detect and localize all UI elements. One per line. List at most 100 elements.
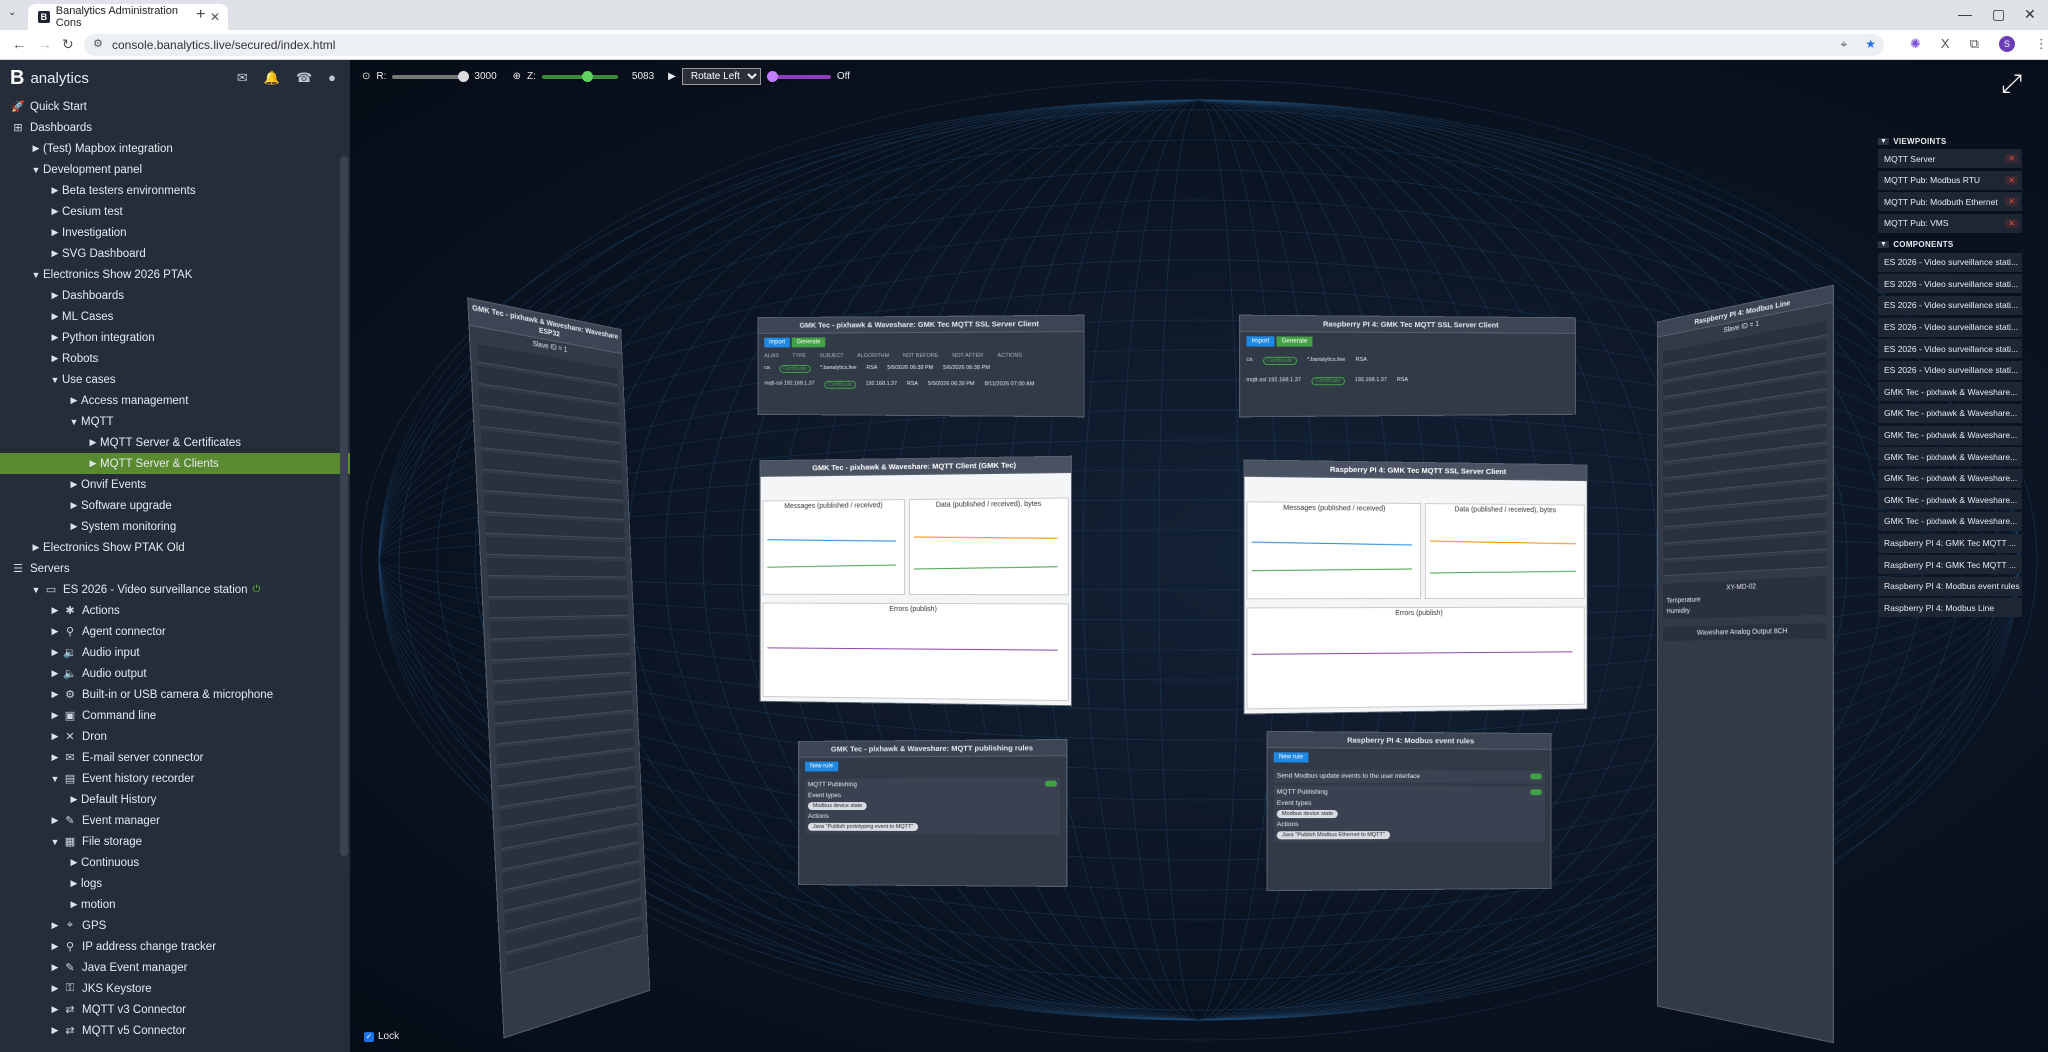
tree-item[interactable]: ▶ motion bbox=[0, 894, 350, 915]
caret-right-icon[interactable]: ▶ bbox=[48, 710, 62, 721]
tree-item[interactable]: ▼ ▭ ES 2026 - Video surveillance station ⏻ bbox=[0, 579, 350, 600]
tree-item[interactable]: ▶ ✉ E-mail server connector bbox=[0, 747, 350, 768]
extension-x-icon[interactable]: X bbox=[1941, 36, 1950, 52]
component-item[interactable]: Raspberry PI 4: Modbus Line bbox=[1878, 598, 2022, 618]
browser-menu-icon[interactable]: ⋮ bbox=[2035, 36, 2048, 52]
tree-item[interactable]: ▶ Continuous bbox=[0, 852, 350, 873]
fullscreen-icon[interactable]: ⤢ bbox=[2001, 68, 2022, 100]
caret-right-icon[interactable]: ▶ bbox=[29, 143, 43, 154]
tree-item[interactable]: ▶ ✎ Java Event manager bbox=[0, 957, 350, 978]
caret-right-icon[interactable]: ▶ bbox=[67, 794, 81, 805]
component-item[interactable]: GMK Tec - pixhawk & Waveshare... bbox=[1878, 425, 2022, 445]
tree-item[interactable]: ▶ SVG Dashboard bbox=[0, 243, 350, 264]
zoom-slider[interactable] bbox=[541, 70, 618, 82]
caret-right-icon[interactable]: ▶ bbox=[48, 1004, 62, 1015]
caret-right-icon[interactable]: ▶ bbox=[48, 941, 62, 952]
caret-right-icon[interactable]: ▶ bbox=[67, 395, 81, 406]
generate-button[interactable]: Generate bbox=[791, 337, 826, 348]
components-header[interactable]: ▼ COMPONENTS bbox=[1878, 237, 2022, 253]
caret-right-icon[interactable]: ▶ bbox=[86, 437, 100, 448]
caret-down-icon[interactable]: ▼ bbox=[48, 837, 62, 847]
tree-item[interactable]: ▶ ✕ Dron bbox=[0, 726, 350, 747]
caret-right-icon[interactable]: ▶ bbox=[67, 521, 81, 532]
caret-right-icon[interactable]: ▶ bbox=[67, 899, 81, 910]
component-item[interactable]: GMK Tec - pixhawk & Waveshare... bbox=[1878, 447, 2022, 467]
caret-right-icon[interactable]: ▶ bbox=[67, 878, 81, 889]
rule-enabled-toggle[interactable] bbox=[1044, 780, 1058, 787]
rotation-speed-slider[interactable] bbox=[766, 70, 831, 82]
caret-right-icon[interactable]: ▶ bbox=[48, 668, 62, 679]
tree-item[interactable]: ▶ MQTT Server & Certificates bbox=[0, 432, 350, 453]
caret-down-icon[interactable]: ▼ bbox=[29, 585, 43, 595]
tree-item[interactable]: ▼ Electronics Show 2026 PTAK bbox=[0, 264, 350, 285]
tree-item[interactable]: ▶ Electronics Show PTAK Old bbox=[0, 537, 350, 558]
caret-right-icon[interactable]: ▶ bbox=[48, 689, 62, 700]
back-icon[interactable]: ← bbox=[12, 36, 26, 52]
rule-enabled-toggle[interactable] bbox=[1530, 789, 1542, 796]
import-button[interactable]: Import bbox=[764, 337, 790, 348]
caret-right-icon[interactable]: ▶ bbox=[48, 815, 62, 826]
user-account-icon[interactable]: ● bbox=[328, 70, 336, 86]
remove-icon[interactable]: ✕ bbox=[2005, 197, 2018, 207]
caret-right-icon[interactable]: ▶ bbox=[29, 542, 43, 553]
tree-item[interactable]: ▶ Beta testers environments bbox=[0, 180, 350, 201]
new-rule-button[interactable]: New rule bbox=[805, 761, 838, 772]
tab-search-icon[interactable]: ⌄ bbox=[8, 7, 16, 18]
component-item[interactable]: ES 2026 - Video surveillance stati... bbox=[1878, 252, 2022, 272]
tree-item[interactable]: ▼ Use cases bbox=[0, 369, 350, 390]
component-item[interactable]: GMK Tec - pixhawk & Waveshare... bbox=[1878, 468, 2022, 488]
remove-icon[interactable]: ✕ bbox=[2005, 218, 2018, 228]
tree-item[interactable]: 🚀 Quick Start bbox=[0, 96, 350, 117]
component-item[interactable]: Raspberry PI 4: GMK Tec MQTT ... bbox=[1878, 533, 2022, 553]
caret-right-icon[interactable]: ▶ bbox=[48, 1025, 62, 1036]
component-item[interactable]: GMK Tec - pixhawk & Waveshare... bbox=[1878, 403, 2022, 423]
viewpoints-header[interactable]: ▼ VIEWPOINTS bbox=[1878, 133, 2022, 149]
tree-item[interactable]: ▶ Investigation bbox=[0, 222, 350, 243]
url-input[interactable]: ⚙ console.banalytics.live/secured/index.… bbox=[84, 34, 1884, 56]
component-item[interactable]: ES 2026 - Video surveillance stati... bbox=[1878, 317, 2022, 337]
radius-slider[interactable] bbox=[392, 70, 470, 82]
generate-button[interactable]: Generate bbox=[1276, 336, 1313, 347]
tree-item[interactable]: ▶ ⚲ Agent connector bbox=[0, 621, 350, 642]
play-icon[interactable]: ▶ bbox=[668, 71, 676, 82]
import-button[interactable]: Import bbox=[1246, 336, 1275, 347]
tree-item[interactable]: ▼ Development panel bbox=[0, 159, 350, 180]
tree-item[interactable]: ▶ 🔈 Audio output bbox=[0, 663, 350, 684]
caret-right-icon[interactable]: ▶ bbox=[48, 731, 62, 742]
extension-icon[interactable]: ✺ bbox=[1910, 36, 1921, 52]
new-tab-button[interactable]: + bbox=[196, 6, 205, 24]
component-item[interactable]: GMK Tec - pixhawk & Waveshare... bbox=[1878, 490, 2022, 510]
caret-right-icon[interactable]: ▶ bbox=[48, 962, 62, 973]
3d-dashboard-canvas[interactable]: ⊙ R: 3000 ⊕ Z: 5083 ▶ Rotate Left Off ⤢ … bbox=[350, 60, 2048, 1052]
caret-right-icon[interactable]: ▶ bbox=[48, 290, 62, 301]
rotation-select[interactable]: Rotate Left bbox=[681, 68, 761, 85]
caret-right-icon[interactable]: ▶ bbox=[67, 479, 81, 490]
caret-right-icon[interactable]: ▶ bbox=[48, 983, 62, 994]
tree-item[interactable]: ▶ ⚿ JKS Keystore bbox=[0, 978, 350, 999]
connection-icon[interactable]: ☎ bbox=[296, 70, 312, 86]
tree-item[interactable]: ▼ MQTT bbox=[0, 411, 350, 432]
tree-item[interactable]: ▶ ✱ Actions bbox=[0, 600, 350, 621]
location-icon[interactable]: ⌖ bbox=[1840, 37, 1847, 52]
rule-row[interactable]: MQTT Publishing Event types Modbus devic… bbox=[1273, 785, 1545, 843]
tree-item[interactable]: ▶ ⇄ MQTT v3 Connector bbox=[0, 999, 350, 1020]
tree-item[interactable]: ⊞ Dashboards bbox=[0, 117, 350, 138]
caret-right-icon[interactable]: ▶ bbox=[48, 647, 62, 658]
rule-row[interactable]: MQTT Publishing Event types Modbus devic… bbox=[805, 777, 1061, 835]
maximize-icon[interactable]: ▢ bbox=[1992, 6, 2005, 23]
tree-item[interactable]: ▶ MQTT Server & Clients bbox=[0, 453, 350, 474]
tree-item[interactable]: ▶ Python integration bbox=[0, 327, 350, 348]
new-rule-button[interactable]: New rule bbox=[1273, 752, 1309, 763]
tree-item[interactable]: ▶ Software upgrade bbox=[0, 495, 350, 516]
tree-item[interactable]: ▶ 🔉 Audio input bbox=[0, 642, 350, 663]
notifications-bell-icon[interactable]: 🔔 bbox=[264, 70, 280, 86]
caret-right-icon[interactable]: ▶ bbox=[48, 311, 62, 322]
caret-right-icon[interactable]: ▶ bbox=[67, 857, 81, 868]
caret-right-icon[interactable]: ▶ bbox=[48, 332, 62, 343]
remove-icon[interactable]: ✕ bbox=[2005, 154, 2018, 163]
forward-icon[interactable]: → bbox=[38, 36, 52, 52]
viewpoint-item[interactable]: MQTT Server ✕ bbox=[1878, 149, 2022, 168]
remove-icon[interactable]: ✕ bbox=[2005, 175, 2018, 185]
tree-item[interactable]: ▶ ✎ Event manager bbox=[0, 810, 350, 831]
caret-down-icon[interactable]: ▼ bbox=[48, 375, 62, 385]
